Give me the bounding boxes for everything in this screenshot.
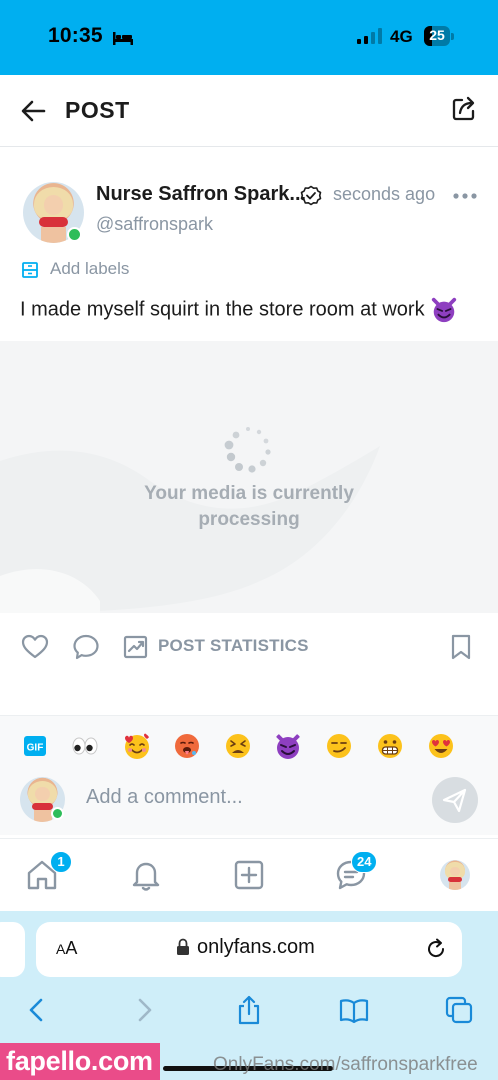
bookmark-icon[interactable] [449,633,473,661]
add-post-icon[interactable] [231,857,267,893]
smirking-face-emoji-icon[interactable] [324,731,354,761]
reader-settings-button[interactable]: AA [56,938,77,959]
heart-icon[interactable] [21,633,49,661]
media-message-line2: processing [198,509,300,530]
reload-icon[interactable] [424,937,448,961]
statistics-chart-icon [123,635,148,659]
grimacing-face-emoji-icon[interactable] [375,731,405,761]
loading-spinner-icon [224,427,271,473]
bed-icon [113,32,133,45]
send-icon [442,788,467,813]
signal-icon [357,28,382,44]
eyes-emoji-icon[interactable] [70,731,100,761]
browser-forward-icon[interactable] [129,995,159,1025]
post-time: seconds ago [333,184,436,204]
comment-input[interactable] [86,783,416,811]
media-message-line1: Your media is currently [144,483,354,504]
post-statistics-label: POST STATISTICS [158,636,309,655]
home-badge: 1 [50,851,72,873]
more-options-icon[interactable] [453,188,477,204]
bottom-navigation: 1 24 [0,838,498,910]
gif-icon[interactable]: GIF [23,735,47,757]
status-time: 10:35 [48,24,103,47]
online-indicator [67,227,82,242]
media-placeholder: Your media is currently processing [0,341,498,613]
previous-tab-preview[interactable] [0,922,25,977]
media-processing-message: Your media is currently processing [0,481,498,533]
notifications-bell-icon[interactable] [128,857,164,893]
lock-icon [177,938,189,955]
smiling-face-with-hearts-emoji-icon[interactable] [122,731,152,761]
url-text: onlyfans.com [197,936,315,958]
aa-label: A [65,938,78,958]
comment-bubble-icon[interactable] [72,633,100,661]
hot-face-emoji-icon[interactable] [172,731,202,761]
share-icon[interactable] [450,95,478,123]
post-text: I made myself squirt in the store room a… [20,296,458,324]
page-title: POST [65,97,130,123]
heart-eyes-emoji-icon[interactable] [426,731,456,761]
send-comment-button[interactable] [432,777,478,823]
tired-face-emoji-icon[interactable] [223,731,253,761]
battery-level: 25 [429,27,445,43]
gif-label: GIF [27,743,44,754]
post-action-bar: POST STATISTICS [0,614,498,678]
profile-avatar[interactable] [440,860,470,890]
comment-area: GIF [0,715,498,835]
smiling-devil-emoji-icon [432,297,457,323]
commenter-online-indicator [51,807,64,820]
tabs-icon[interactable] [444,995,474,1025]
status-bar: 10:35 4G 25 [0,0,498,75]
browser-share-icon[interactable] [234,995,264,1025]
author-name[interactable]: Nurse Saffron Spark... [96,183,306,206]
author-handle[interactable]: @saffronspark [96,214,213,235]
battery-icon: 25 [424,26,454,46]
watermark-site: fapello.com [6,1046,153,1076]
bookmarks-book-icon[interactable] [339,995,369,1025]
watermark-url: OnlyFans.com/saffronsparkfree [213,1054,478,1075]
media-background-shape [0,446,380,613]
app-header: POST [0,75,498,147]
browser-back-icon[interactable] [22,995,52,1025]
back-arrow-icon[interactable] [18,97,50,125]
label-icon [22,262,38,278]
add-labels-link[interactable]: Add labels [50,259,129,279]
post-text-content: I made myself squirt in the store room a… [20,298,425,321]
smiling-devil-emoji-icon[interactable] [273,731,303,761]
verified-icon [300,185,322,206]
messages-badge: 24 [351,851,378,873]
network-type: 4G [390,27,413,46]
address-bar[interactable]: AA onlyfans.com [36,922,462,977]
